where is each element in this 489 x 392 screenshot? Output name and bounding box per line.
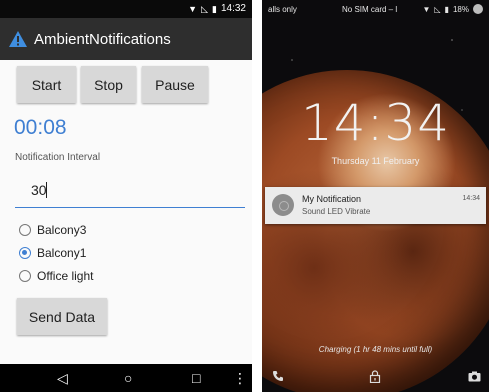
interval-label: Notification Interval: [15, 152, 101, 163]
signal-icon: ◺: [201, 4, 209, 14]
radio-circle[interactable]: [19, 270, 31, 282]
home-icon[interactable]: ○: [124, 370, 132, 386]
elapsed-timer: 00:08: [14, 116, 67, 139]
battery-icon: ▮: [444, 4, 449, 14]
interval-field-container: [15, 174, 245, 208]
radio-label: Balcony1: [37, 246, 87, 260]
stop-button[interactable]: Stop: [81, 66, 136, 103]
radio-balcony1[interactable]: Balcony1: [19, 246, 86, 260]
carrier-text: alls only: [268, 5, 297, 14]
recents-icon[interactable]: □: [192, 370, 200, 386]
interval-input[interactable]: [31, 178, 231, 202]
signal-icon: ◺: [434, 4, 441, 14]
pause-button[interactable]: Pause: [142, 66, 208, 103]
notification-title: My Notification: [302, 194, 362, 204]
battery-percent: 18%: [452, 4, 469, 14]
charging-status: Charging (1 hr 48 mins until full): [318, 345, 433, 354]
lockscreen-clock: 14:34: [300, 94, 451, 152]
overflow-menu-icon[interactable]: ⋮: [233, 370, 247, 386]
left-phone-screen: ▼ ◺ ▮ 14:32 AmbientNotifications Start S…: [0, 0, 252, 392]
status-bar: ▼ ◺ ▮ 14:32: [0, 0, 252, 18]
navigation-bar: ◁ ○ □ ⋮: [0, 364, 252, 392]
send-data-button[interactable]: Send Data: [17, 298, 107, 335]
camera-icon[interactable]: [468, 370, 481, 385]
notification-text: Sound LED Vibrate: [302, 207, 371, 216]
lockscreen-status-bar: alls only No SIM card – l ▼ ◺ ▮ 18%: [262, 0, 489, 18]
lockscreen-date: Thursday 11 February: [331, 156, 420, 166]
radio-label: Balcony3: [37, 223, 87, 237]
lock-icon[interactable]: [369, 370, 381, 386]
radio-label: Office light: [37, 269, 94, 283]
action-bar: AmbientNotifications: [0, 18, 252, 60]
back-icon[interactable]: ◁: [57, 370, 68, 386]
radio-balcony3[interactable]: Balcony3: [19, 223, 86, 237]
app-title: AmbientNotifications: [34, 30, 171, 48]
wifi-icon: ▼: [422, 4, 431, 14]
battery-icon: ▮: [212, 4, 217, 14]
notification-app-icon: [272, 194, 294, 216]
text-cursor: [46, 182, 47, 198]
wifi-icon: ▼: [188, 4, 198, 14]
start-button[interactable]: Start: [17, 66, 76, 103]
radio-circle[interactable]: [19, 224, 31, 236]
sim-status-text: No SIM card – l: [342, 5, 398, 14]
status-time: 14:32: [220, 3, 246, 14]
notification-card[interactable]: My Notification Sound LED Vibrate 14:34: [265, 187, 486, 224]
notification-time: 14:34: [462, 195, 480, 202]
lockscreen-shortcuts: [262, 366, 489, 392]
app-warning-icon: [9, 31, 27, 47]
right-phone-lockscreen: alls only No SIM card – l ▼ ◺ ▮ 18% 14:3…: [262, 0, 489, 392]
phone-icon[interactable]: [272, 370, 284, 385]
radio-circle-selected[interactable]: [19, 247, 31, 259]
user-avatar-icon[interactable]: [473, 4, 483, 14]
radio-office-light[interactable]: Office light: [19, 269, 93, 283]
